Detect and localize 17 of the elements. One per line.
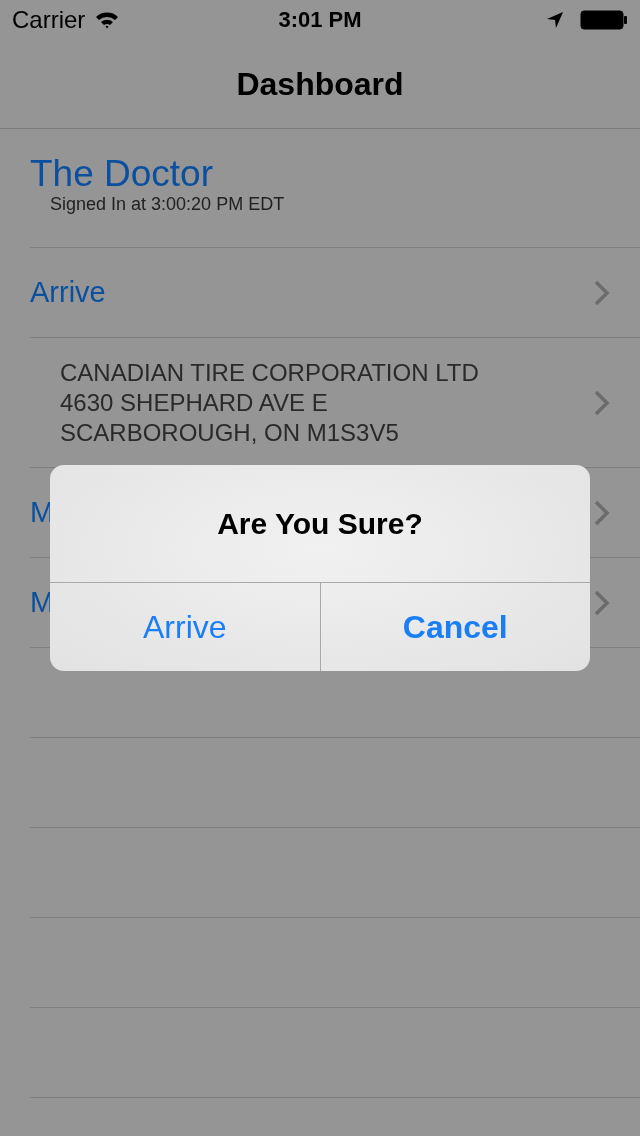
alert-button[interactable]: Cancel [319,583,590,671]
user-name: The Doctor [30,153,214,194]
carrier-name: Carrier [12,6,86,34]
chevron-icon [594,499,610,526]
nav-title: Dashboard [236,65,404,103]
row-label[interactable]: Arrive [30,276,106,309]
sign-in-time: Signed In at 3:00:20 PM EDT [50,193,286,215]
location-arrow-icon [546,11,564,29]
address-text[interactable]: CANADIAN TIRE CORPORATION LTD 4630 SHEPHARD AVE E SCARBOROUGH, ON M1S3V5 [60,357,479,448]
status-time: 3:01 PM [278,7,362,33]
chevron-icon [594,389,610,416]
alert-button[interactable]: Arrive [50,583,320,671]
battery-icon [580,10,628,30]
wifi-icon [95,11,120,29]
alert-title: Are You Sure? [50,465,590,583]
chevron-icon [594,279,610,306]
chevron-icon [594,589,610,616]
